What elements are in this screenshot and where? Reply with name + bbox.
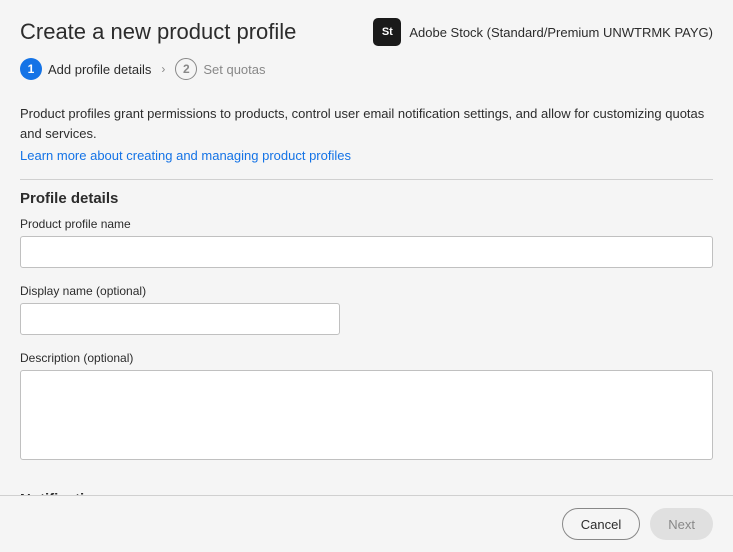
step-1: 1 Add profile details — [20, 58, 151, 80]
scrollable-area[interactable]: Product profiles grant permissions to pr… — [0, 92, 733, 495]
product-name: Adobe Stock (Standard/Premium UNWTRMK PA… — [409, 25, 713, 40]
product-badge: St Adobe Stock (Standard/Premium UNWTRMK… — [373, 18, 713, 46]
field-group-display-name: Display name (optional) — [20, 284, 713, 335]
field-label-description: Description (optional) — [20, 351, 713, 365]
main-content: Product profiles grant permissions to pr… — [0, 92, 733, 495]
field-label-display-name: Display name (optional) — [20, 284, 713, 298]
info-description: Product profiles grant permissions to pr… — [20, 92, 713, 147]
cancel-button[interactable]: Cancel — [562, 508, 640, 540]
learn-more-link[interactable]: Learn more about creating and managing p… — [20, 148, 351, 163]
step-1-label: Add profile details — [48, 62, 151, 77]
page-title: Create a new product profile — [20, 19, 296, 45]
header: Create a new product profile St Adobe St… — [0, 0, 733, 58]
profile-details-title: Profile details — [20, 179, 713, 217]
step-2: 2 Set quotas — [175, 58, 265, 80]
step-separator: › — [157, 62, 169, 76]
field-group-description: Description (optional) — [20, 351, 713, 463]
step-2-label: Set quotas — [203, 62, 265, 77]
step-2-circle: 2 — [175, 58, 197, 80]
steps-bar: 1 Add profile details › 2 Set quotas — [0, 58, 733, 92]
page-wrapper: Create a new product profile St Adobe St… — [0, 0, 733, 552]
footer: Cancel Next — [0, 495, 733, 552]
profile-name-input[interactable] — [20, 236, 713, 268]
display-name-input[interactable] — [20, 303, 340, 335]
notification-section: Notification Notify users by email ⌄ — [20, 479, 713, 495]
field-group-profile-name: Product profile name — [20, 217, 713, 268]
step-1-circle: 1 — [20, 58, 42, 80]
field-label-profile-name: Product profile name — [20, 217, 713, 231]
notification-title: Notification — [20, 479, 713, 495]
description-input[interactable] — [20, 370, 713, 460]
product-icon: St — [373, 18, 401, 46]
next-button[interactable]: Next — [650, 508, 713, 540]
